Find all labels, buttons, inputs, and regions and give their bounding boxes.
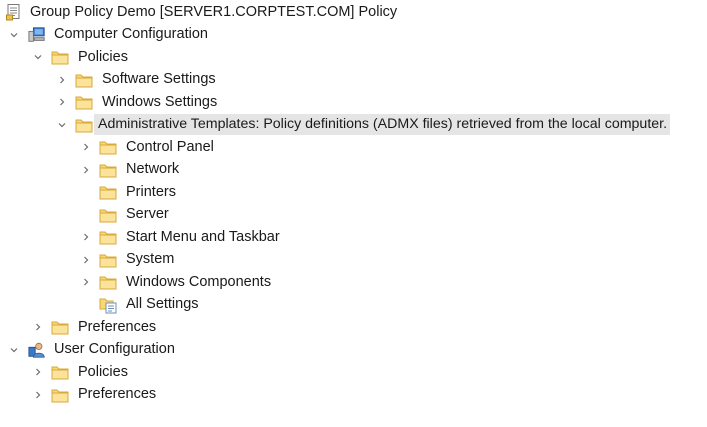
tree-node-control-panel[interactable]: Control Panel: [0, 136, 707, 159]
chevron-down-icon[interactable]: [56, 114, 68, 136]
folder-icon: [99, 183, 117, 201]
folder-icon: [51, 363, 69, 381]
chevron-right-icon[interactable]: [32, 316, 44, 338]
tree-node-computer-configuration[interactable]: Computer Configuration: [0, 24, 707, 47]
tree-node-administrative-templates[interactable]: Administrative Templates: Policy definit…: [0, 114, 707, 137]
chevron-right-icon[interactable]: [80, 249, 92, 271]
tree-node-label: Computer Configuration: [54, 26, 208, 43]
tree-node-user-configuration[interactable]: User Configuration: [0, 339, 707, 362]
chevron-right-icon[interactable]: [32, 384, 44, 406]
tree-node-computer-policies[interactable]: Policies: [0, 46, 707, 69]
policy-tree: Group Policy Demo [SERVER1.CORPTEST.COM]…: [0, 0, 707, 427]
folder-icon: [99, 273, 117, 291]
tree-node-label: Printers: [126, 183, 176, 200]
chevron-right-icon[interactable]: [80, 271, 92, 293]
folder-icon: [51, 48, 69, 66]
tree-node-label: User Configuration: [54, 341, 175, 358]
chevron-down-icon[interactable]: [8, 339, 20, 361]
tree-node-computer-preferences[interactable]: Preferences: [0, 316, 707, 339]
chevron-right-icon[interactable]: [80, 159, 92, 181]
chevron-right-icon[interactable]: [32, 361, 44, 383]
tree-node-server[interactable]: Server: [0, 204, 707, 227]
tree-node-label: Preferences: [78, 386, 157, 403]
chevron-right-icon[interactable]: [80, 226, 92, 248]
settings-folder-icon: [99, 296, 117, 314]
folder-icon: [51, 386, 69, 404]
tree-node-label: Preferences: [78, 318, 157, 335]
tree-node-windows-components[interactable]: Windows Components: [0, 271, 707, 294]
folder-icon: [51, 318, 69, 336]
tree-node-user-policies[interactable]: Policies: [0, 361, 707, 384]
tree-node-printers[interactable]: Printers: [0, 181, 707, 204]
folder-icon: [99, 228, 117, 246]
user-icon: [28, 341, 46, 359]
tree-node-label: Windows Settings: [102, 93, 218, 110]
tree-node-label: System: [126, 251, 175, 268]
tree-node-label: Software Settings: [102, 71, 216, 88]
tree-node-label: Start Menu and Taskbar: [126, 228, 280, 245]
tree-node-start-menu-and-taskbar[interactable]: Start Menu and Taskbar: [0, 226, 707, 249]
folder-icon: [75, 71, 93, 89]
tree-node-root[interactable]: Group Policy Demo [SERVER1.CORPTEST.COM]…: [0, 1, 707, 24]
folder-icon: [75, 93, 93, 111]
policy-document-icon: [5, 3, 23, 21]
tree-node-label: Windows Components: [126, 273, 272, 290]
folder-icon: [99, 138, 117, 156]
folder-icon: [99, 161, 117, 179]
tree-node-network[interactable]: Network: [0, 159, 707, 182]
tree-node-software-settings[interactable]: Software Settings: [0, 69, 707, 92]
chevron-down-icon[interactable]: [8, 24, 20, 46]
tree-node-label: Administrative Templates: Policy definit…: [94, 114, 671, 136]
tree-node-windows-settings[interactable]: Windows Settings: [0, 91, 707, 114]
chevron-down-icon[interactable]: [32, 46, 44, 68]
tree-node-label: Network: [126, 161, 180, 178]
folder-icon: [99, 206, 117, 224]
chevron-right-icon[interactable]: [56, 91, 68, 113]
tree-node-label: Server: [126, 206, 169, 223]
tree-node-label: Policies: [78, 48, 128, 65]
chevron-right-icon[interactable]: [56, 69, 68, 91]
tree-node-label: Group Policy Demo [SERVER1.CORPTEST.COM]…: [30, 3, 398, 20]
tree-node-label: All Settings: [126, 296, 199, 313]
folder-icon: [99, 251, 117, 269]
chevron-right-icon[interactable]: [80, 136, 92, 158]
tree-node-system[interactable]: System: [0, 249, 707, 272]
tree-node-user-preferences[interactable]: Preferences: [0, 384, 707, 407]
tree-node-label: Policies: [78, 363, 128, 380]
tree-node-label: Control Panel: [126, 138, 214, 155]
tree-node-all-settings[interactable]: All Settings: [0, 294, 707, 317]
computer-icon: [28, 26, 46, 44]
folder-icon: [75, 116, 93, 134]
